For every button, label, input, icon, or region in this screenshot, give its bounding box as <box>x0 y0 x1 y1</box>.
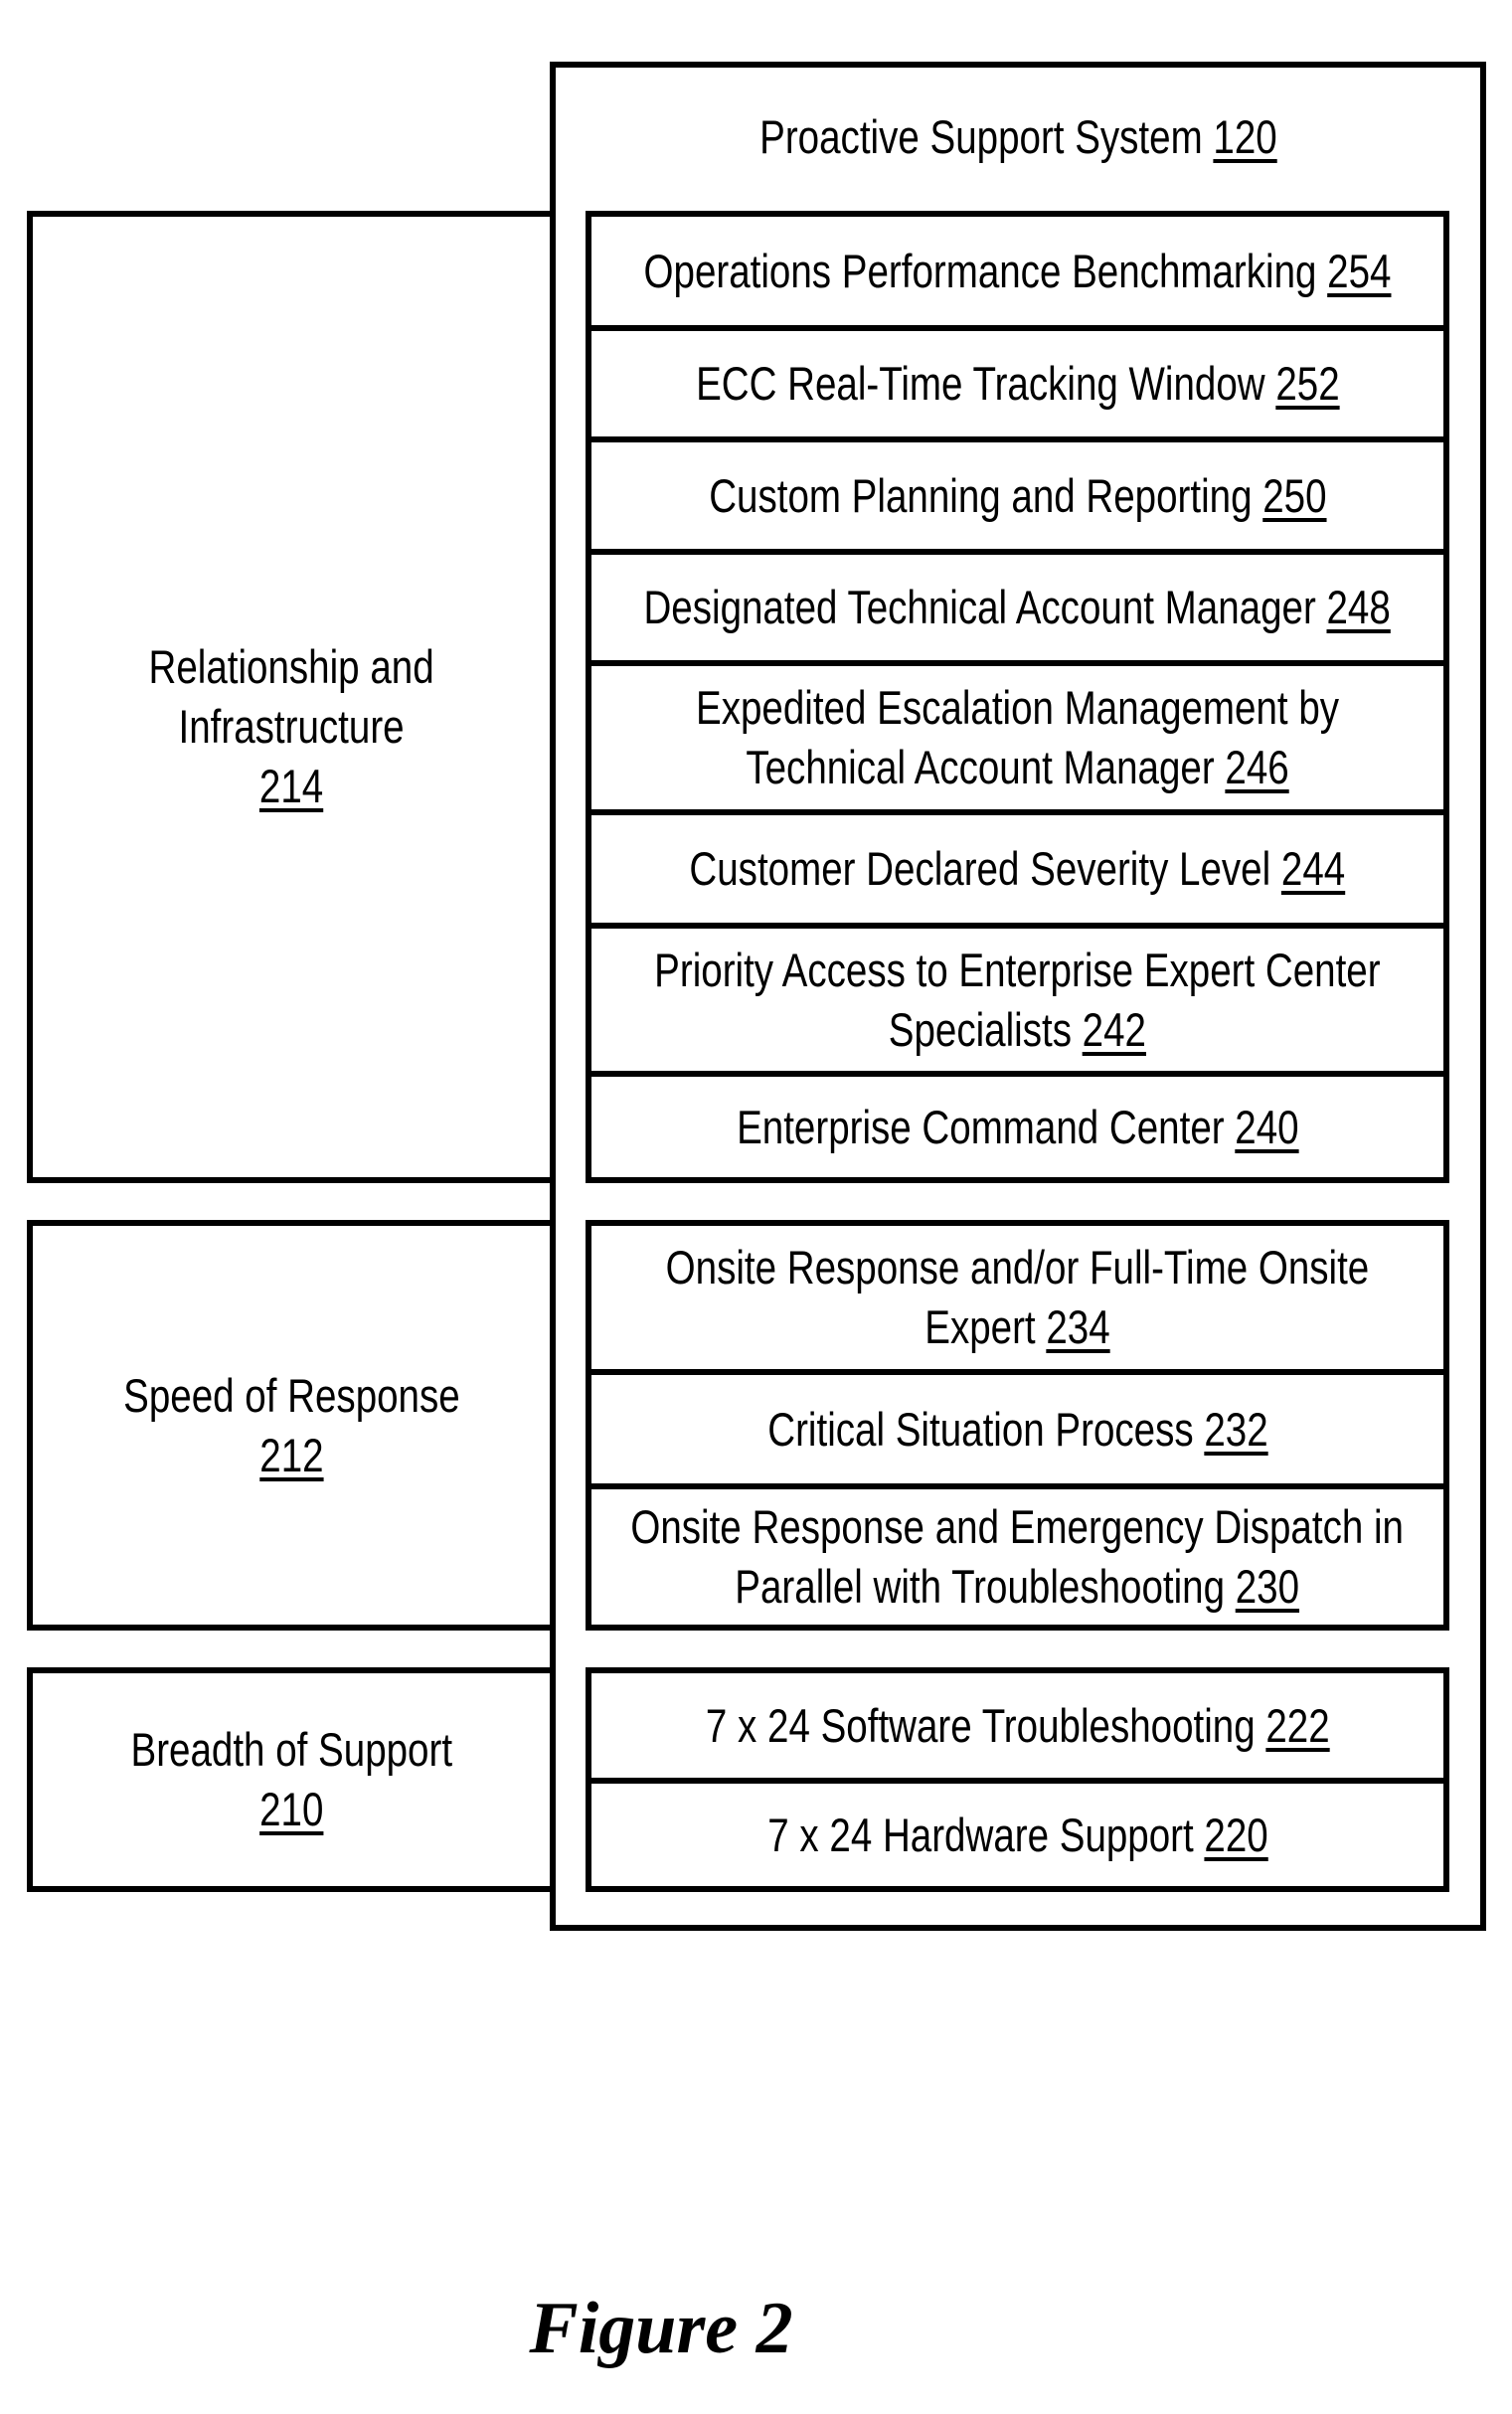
feature-label: Onsite Response and/or Full-Time Onsite E… <box>665 1241 1370 1353</box>
feature-box-252: ECC Real-Time Tracking Window 252 <box>586 325 1449 442</box>
category-ref-number: 210 <box>258 1783 324 1835</box>
feature-box-240: Enterprise Command Center 240 <box>586 1071 1449 1183</box>
category-ref-number: 214 <box>258 760 324 812</box>
category-label: Relationship and Infrastructure 214 <box>148 640 434 812</box>
feature-box-246: Expedited Escalation Management by Techni… <box>586 660 1449 815</box>
system-title-label: Proactive Support System <box>758 110 1203 163</box>
category-label: Breadth of Support 210 <box>130 1723 452 1835</box>
system-ref-number: 120 <box>1212 110 1277 163</box>
feature-box-220: 7 x 24 Hardware Support 220 <box>586 1778 1449 1892</box>
feature-label: Priority Access to Enterprise Expert Cen… <box>654 943 1381 1056</box>
feature-label: Customer Declared Severity Level 244 <box>689 842 1346 895</box>
feature-label: 7 x 24 Hardware Support 220 <box>766 1808 1268 1861</box>
category-box-relationship-infrastructure: Relationship and Infrastructure 214 <box>27 211 556 1183</box>
feature-box-244: Customer Declared Severity Level 244 <box>586 809 1449 929</box>
feature-label: 7 x 24 Software Troubleshooting 222 <box>705 1698 1330 1752</box>
category-box-speed-of-response: Speed of Response 212 <box>27 1220 556 1631</box>
feature-box-250: Custom Planning and Reporting 250 <box>586 436 1449 555</box>
feature-box-248: Designated Technical Account Manager 248 <box>586 549 1449 666</box>
feature-label: Custom Planning and Reporting 250 <box>708 468 1327 522</box>
system-title: Proactive Support System 120 <box>556 107 1480 167</box>
feature-label: Expedited Escalation Management by Techni… <box>695 681 1340 793</box>
feature-label: Onsite Response and Emergency Dispatch i… <box>630 1500 1405 1613</box>
category-box-breadth-of-support: Breadth of Support 210 <box>27 1667 556 1892</box>
feature-label: Enterprise Command Center 240 <box>736 1100 1299 1153</box>
feature-box-230: Onsite Response and Emergency Dispatch i… <box>586 1483 1449 1631</box>
feature-label: ECC Real-Time Tracking Window 252 <box>695 357 1340 410</box>
feature-label: Designated Technical Account Manager 248 <box>643 581 1392 633</box>
feature-box-254: Operations Performance Benchmarking 254 <box>586 211 1449 331</box>
feature-box-232: Critical Situation Process 232 <box>586 1369 1449 1489</box>
feature-box-222: 7 x 24 Software Troubleshooting 222 <box>586 1667 1449 1784</box>
figure-caption: Figure 2 <box>529 2288 793 2369</box>
feature-label: Critical Situation Process 232 <box>766 1402 1268 1456</box>
category-ref-number: 212 <box>258 1428 324 1481</box>
feature-box-242: Priority Access to Enterprise Expert Cen… <box>586 923 1449 1077</box>
feature-box-234: Onsite Response and/or Full-Time Onsite E… <box>586 1220 1449 1375</box>
feature-label: Operations Performance Benchmarking 254 <box>643 244 1392 297</box>
category-label: Speed of Response 212 <box>122 1368 460 1481</box>
